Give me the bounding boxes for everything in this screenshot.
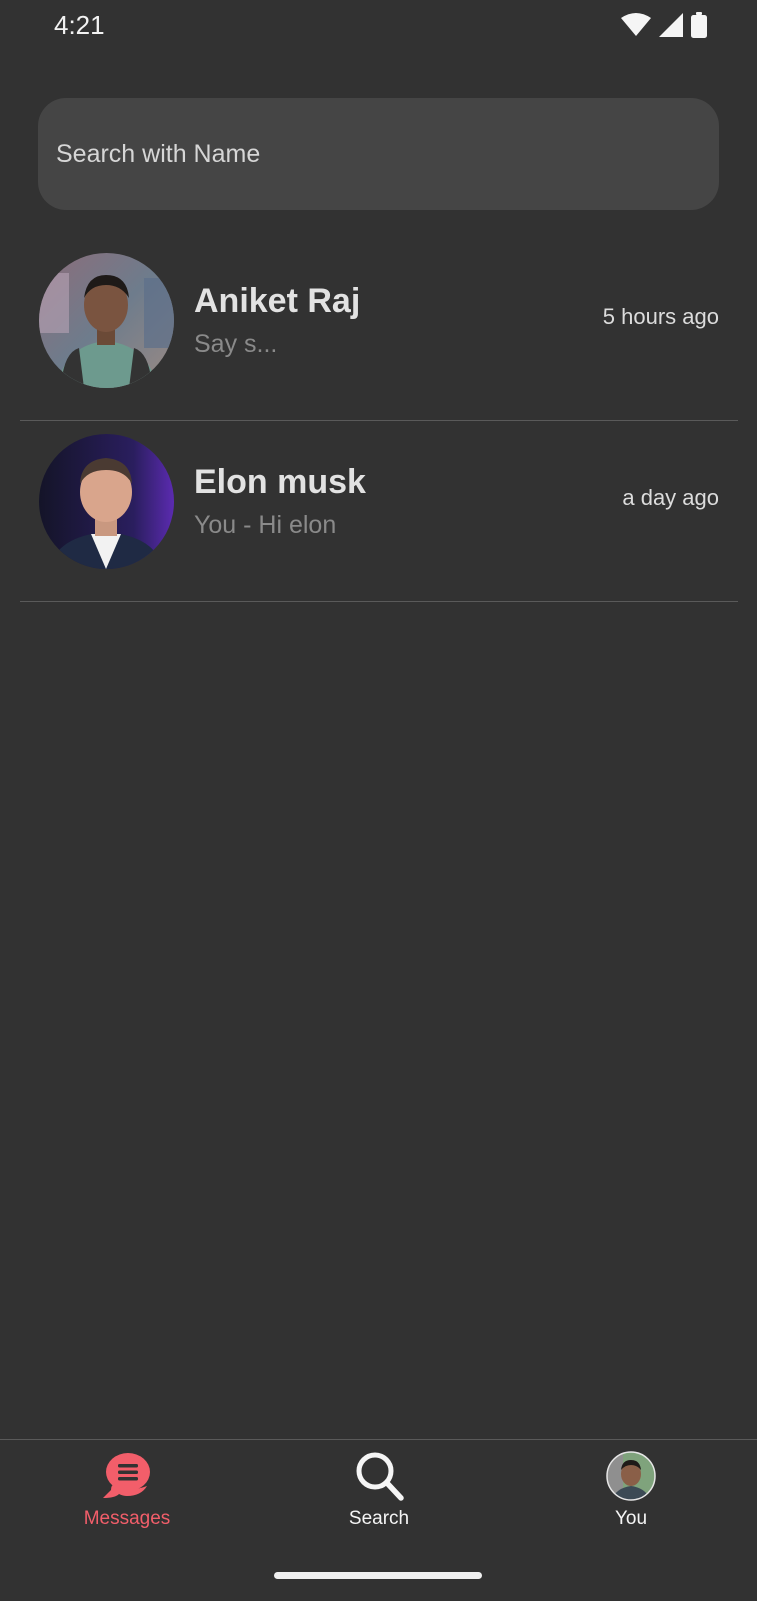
home-indicator[interactable]: [274, 1572, 482, 1579]
message-preview: You - Hi elon: [194, 511, 337, 539]
messages-icon: [103, 1453, 150, 1498]
avatar: [39, 434, 174, 569]
contact-name: Aniket Raj: [194, 282, 361, 320]
conversation-item[interactable]: Elon musk You - Hi elon a day ago: [20, 421, 738, 602]
status-icons: [621, 12, 707, 38]
conversation-item[interactable]: Aniket Raj Say s... 5 hours ago: [20, 240, 738, 421]
profile-avatar: [606, 1451, 656, 1501]
message-time: 5 hours ago: [602, 304, 719, 329]
nav-messages[interactable]: Messages: [27, 1450, 227, 1530]
avatar: [39, 253, 174, 388]
nav-search[interactable]: Search: [279, 1450, 479, 1530]
message-time: a day ago: [622, 485, 719, 510]
nav-label: You: [614, 1508, 648, 1529]
nav-label: Messages: [83, 1508, 171, 1529]
signal-icon: [659, 13, 683, 37]
search-input[interactable]: [38, 98, 719, 210]
search-icon: [356, 1452, 404, 1501]
contact-name: Elon musk: [194, 463, 366, 501]
status-bar: 4:21: [0, 0, 757, 50]
nav-you[interactable]: You: [531, 1450, 731, 1530]
conversation-list: Aniket Raj Say s... 5 hours ago Elon mus…: [20, 240, 738, 602]
search-field[interactable]: [38, 98, 719, 210]
wifi-icon: [621, 13, 651, 36]
nav-label: Search: [348, 1508, 410, 1529]
message-preview: Say s...: [194, 330, 278, 358]
battery-icon: [691, 12, 707, 38]
status-time: 4:21: [54, 10, 105, 40]
